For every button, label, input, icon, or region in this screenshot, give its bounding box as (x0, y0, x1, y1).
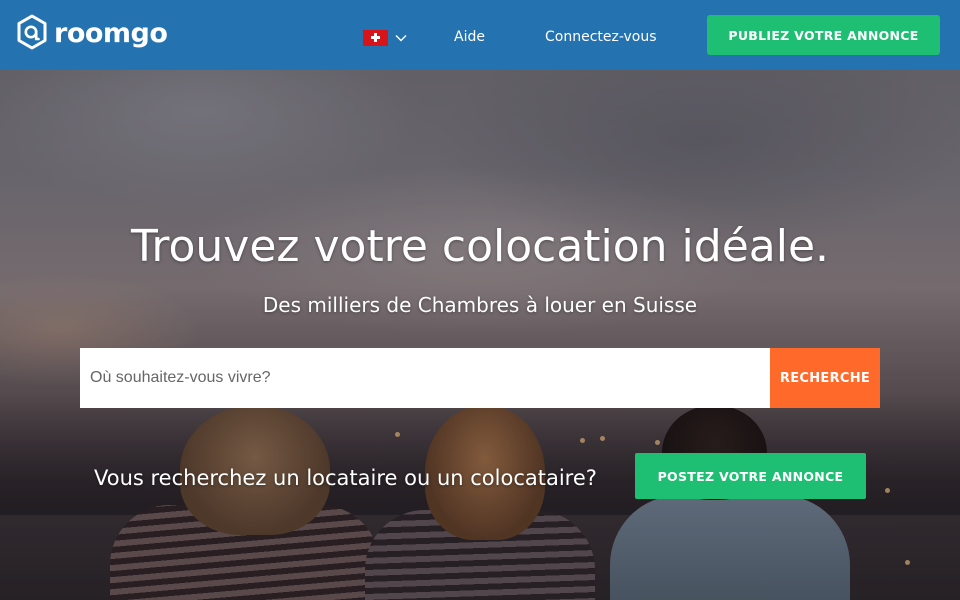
post-listing-button[interactable]: POSTEZ VOTRE ANNONCE (635, 453, 866, 499)
hero-subtitle: Des milliers de Chambres à louer en Suis… (262, 293, 698, 317)
roomgo-logo[interactable]: roomgo (16, 14, 168, 54)
search-button[interactable]: RECHERCHE (770, 348, 880, 408)
hero-title: Trouvez votre colocation idéale. (130, 221, 830, 272)
swiss-flag-icon (363, 30, 388, 46)
landlord-cta-text: Vous recherchez un locataire ou un coloc… (94, 466, 597, 490)
chevron-down-icon (395, 35, 407, 42)
nav-help-link[interactable]: Aide (454, 28, 485, 46)
location-search-input[interactable] (80, 348, 770, 408)
publish-listing-button[interactable]: PUBLIEZ VOTRE ANNONCE (707, 15, 940, 55)
country-selector[interactable] (363, 30, 407, 46)
logo-text: roomgo (54, 18, 168, 49)
roomgo-logo-icon (17, 14, 47, 50)
nav-login-link[interactable]: Connectez-vous (545, 28, 657, 46)
top-navigation-bar: roomgo Aide Connectez-vous PUBLIEZ VOTRE… (0, 0, 960, 70)
